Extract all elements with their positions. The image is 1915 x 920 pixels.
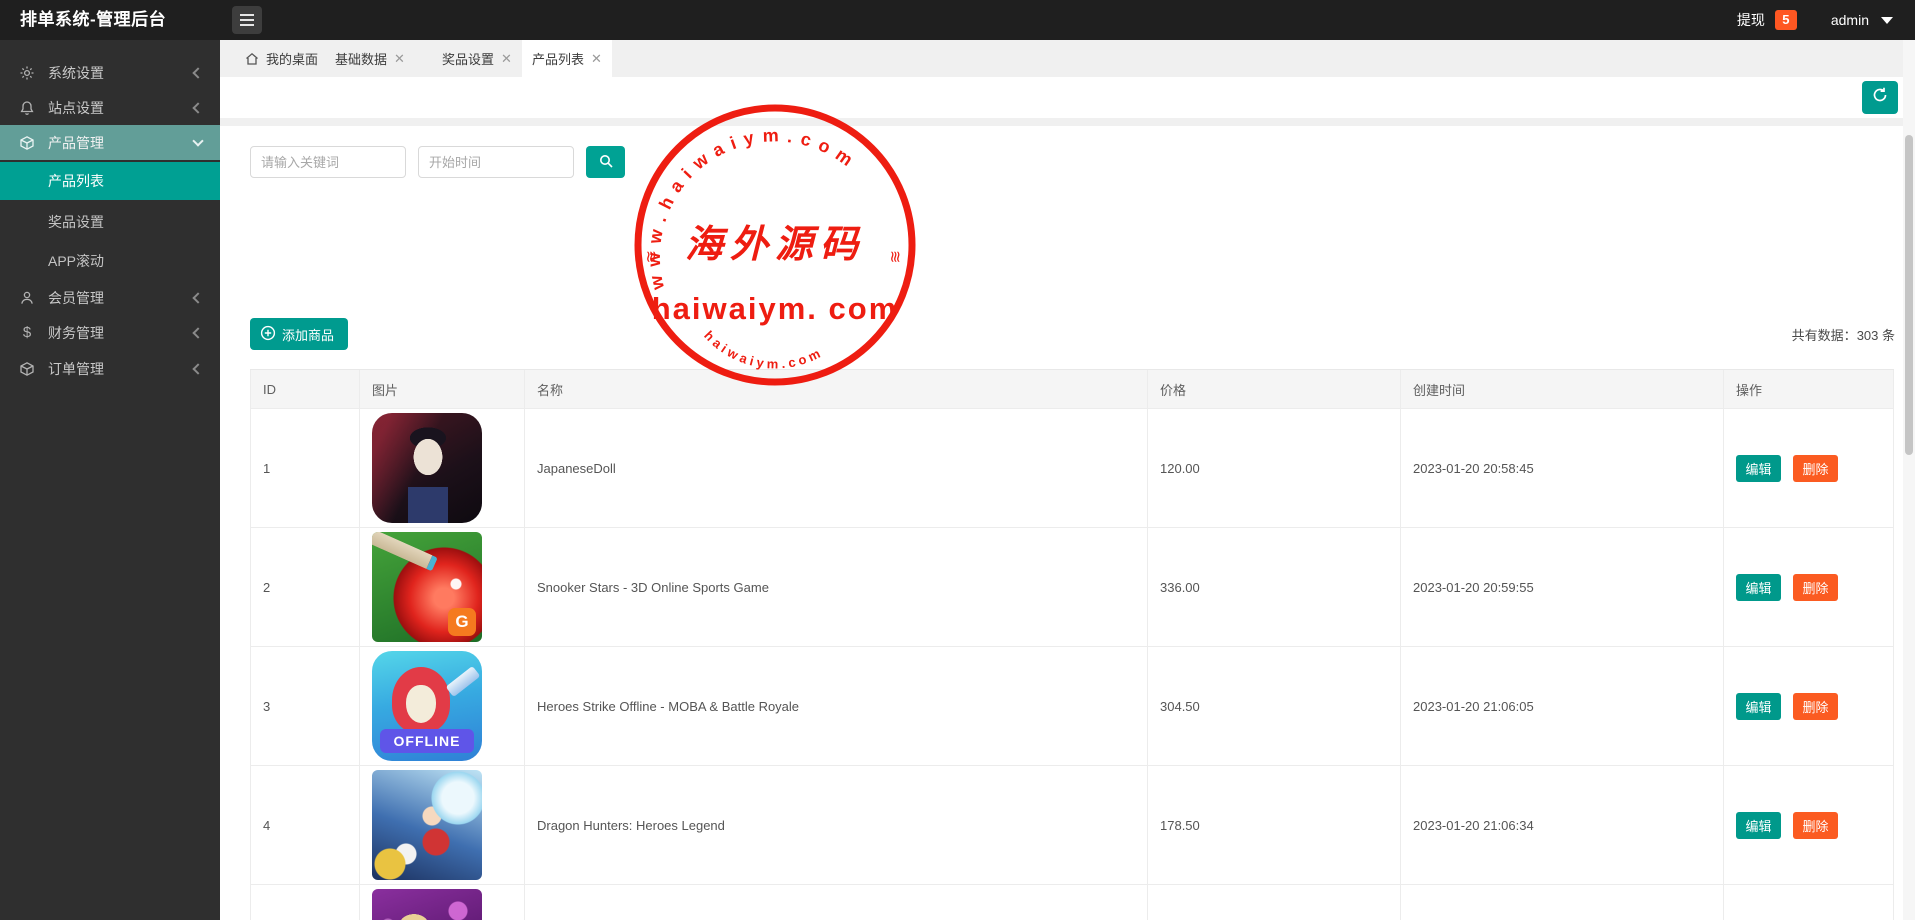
gear-icon: [18, 64, 36, 82]
sidebar-toggle-button[interactable]: [232, 6, 262, 34]
chevron-left-icon: [192, 102, 203, 113]
product-thumbnail: WEBZEN: [372, 889, 482, 920]
delete-button[interactable]: 删除: [1793, 455, 1838, 482]
chevron-left-icon: [192, 292, 203, 303]
tab-my-desktop[interactable]: 我的桌面: [235, 40, 328, 77]
start-date-input[interactable]: [418, 146, 574, 178]
admin-screen: 排单系统-管理后台 提现 5 admin 系统设置 站点设置: [0, 0, 1915, 920]
tab-product-list[interactable]: 产品列表 ✕: [522, 40, 612, 77]
toolbar-strip: [220, 77, 1915, 118]
sidebar-item-member-management[interactable]: 会员管理: [0, 280, 220, 315]
tab-bar: 我的桌面 基础数据 ✕ 奖品设置 ✕ 产品列表 ✕: [220, 40, 1915, 77]
chevron-left-icon: [192, 363, 203, 374]
table-header-row: ID 图片 名称 价格 创建时间 操作: [250, 369, 1894, 409]
withdraw-link[interactable]: 提现: [1737, 10, 1765, 30]
col-header-name: 名称: [525, 370, 1148, 408]
user-icon: [18, 289, 36, 307]
delete-button[interactable]: 删除: [1793, 574, 1838, 601]
user-menu[interactable]: admin: [1831, 12, 1869, 28]
home-icon: [245, 52, 259, 66]
refresh-button[interactable]: [1862, 81, 1898, 114]
sidebar: 系统设置 站点设置 产品管理 产品列表 奖品设置 APP滚动 会员管理: [0, 40, 220, 920]
tab-prize-settings[interactable]: 奖品设置 ✕: [432, 40, 522, 77]
dollar-icon: $: [18, 324, 36, 342]
table-row: 2 G Snooker Stars - 3D Online Sports Gam…: [250, 528, 1894, 647]
top-header: 排单系统-管理后台 提现 5 admin: [0, 0, 1915, 40]
col-header-image: 图片: [360, 370, 525, 408]
chevron-left-icon: [192, 327, 203, 338]
user-caret-icon[interactable]: [1881, 17, 1893, 24]
bell-icon: [18, 99, 36, 117]
edit-button[interactable]: 编辑: [1736, 574, 1781, 601]
sidebar-item-prize-settings[interactable]: 奖品设置: [0, 203, 220, 241]
app-title: 排单系统-管理后台: [20, 0, 166, 40]
thumbnail-banner: OFFLINE: [380, 729, 474, 753]
filter-bar: [250, 146, 625, 178]
product-table: ID 图片 名称 价格 创建时间 操作 1 JapaneseDoll 120.0…: [250, 369, 1894, 920]
cube-icon: [18, 360, 36, 378]
delete-button[interactable]: 删除: [1793, 812, 1838, 839]
sidebar-item-product-management[interactable]: 产品管理: [0, 125, 220, 160]
edit-button[interactable]: 编辑: [1736, 812, 1781, 839]
col-header-id: ID: [250, 370, 360, 408]
sidebar-item-order-management[interactable]: 订单管理: [0, 351, 220, 386]
close-icon[interactable]: ✕: [501, 51, 512, 67]
mask-shape: [406, 685, 436, 723]
scrollbar-track[interactable]: [1903, 40, 1915, 920]
table-row: 1 JapaneseDoll 120.00 2023-01-20 20:58:4…: [250, 409, 1894, 528]
cue-stick-shape: [372, 532, 438, 571]
product-thumbnail: [372, 413, 482, 523]
tab-basic-data[interactable]: 基础数据 ✕: [325, 40, 415, 77]
sidebar-item-app-scroll[interactable]: APP滚动: [0, 242, 220, 280]
gun-shape: [446, 666, 481, 697]
search-button[interactable]: [586, 146, 625, 178]
search-icon: [598, 153, 614, 172]
chevron-left-icon: [192, 67, 203, 78]
table-row: 3 OFFLINE Heroes Strike Offline - MOBA &…: [250, 647, 1894, 766]
action-bar: 添加商品 共有数据：303 条: [250, 318, 1895, 350]
keyword-input[interactable]: [250, 146, 406, 178]
sidebar-item-finance-management[interactable]: $ 财务管理: [0, 315, 220, 350]
thumbnail-logo: G: [448, 608, 476, 636]
col-header-actions: 操作: [1724, 370, 1894, 408]
col-header-price: 价格: [1148, 370, 1401, 408]
close-icon[interactable]: ✕: [591, 51, 602, 67]
chevron-down-icon: [192, 135, 203, 146]
product-thumbnail: [372, 770, 482, 880]
product-thumbnail: OFFLINE: [372, 651, 482, 761]
sidebar-item-site-settings[interactable]: 站点设置: [0, 90, 220, 125]
edit-button[interactable]: 编辑: [1736, 693, 1781, 720]
close-icon[interactable]: ✕: [394, 51, 405, 67]
plus-circle-icon: [260, 325, 276, 344]
product-thumbnail: G: [372, 532, 482, 642]
product-list-panel: 添加商品 共有数据：303 条 ID 图片 名称 价格 创建时间 操作 1 Ja…: [220, 126, 1915, 920]
scrollbar-thumb[interactable]: [1905, 135, 1913, 455]
refresh-icon: [1871, 86, 1889, 109]
add-product-button[interactable]: 添加商品: [250, 318, 348, 350]
table-row: 5 WEBZEN MU Archangel 52.50 2023-01-20 2…: [250, 885, 1894, 920]
sidebar-item-product-list[interactable]: 产品列表: [0, 162, 220, 200]
col-header-created: 创建时间: [1401, 370, 1724, 408]
total-count-text: 共有数据：303 条: [1792, 325, 1895, 344]
table-row: 4 Dragon Hunters: Heroes Legend 178.50 2…: [250, 766, 1894, 885]
edit-button[interactable]: 编辑: [1736, 455, 1781, 482]
sidebar-item-system-settings[interactable]: 系统设置: [0, 55, 220, 90]
delete-button[interactable]: 删除: [1793, 693, 1838, 720]
withdraw-count-badge: 5: [1775, 10, 1797, 30]
cube-icon: [18, 134, 36, 152]
